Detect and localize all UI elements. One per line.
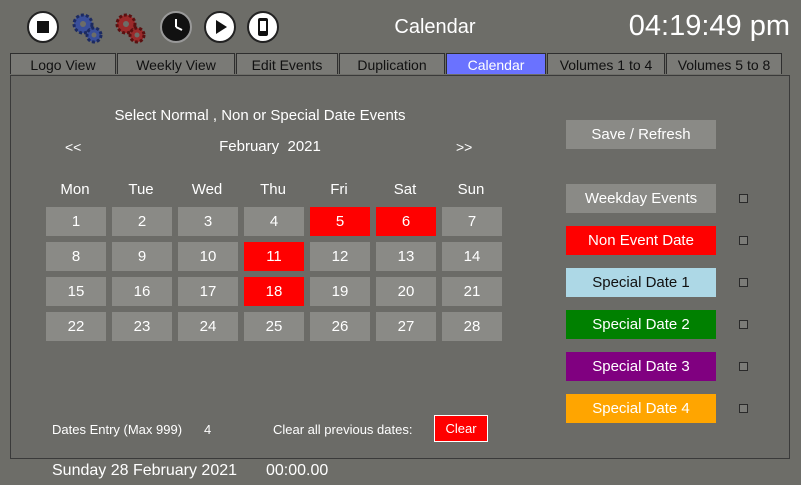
clock-icon[interactable] bbox=[160, 11, 192, 43]
day-cell[interactable]: 19 bbox=[310, 277, 370, 306]
play-icon[interactable] bbox=[204, 11, 236, 43]
weekday-header-sun: Sun bbox=[457, 181, 485, 198]
prev-month-button[interactable]: << bbox=[65, 139, 81, 155]
dates-entry-label: Dates Entry (Max 999) bbox=[52, 422, 183, 437]
phone-icon[interactable] bbox=[247, 11, 279, 43]
month-label: February 2021 bbox=[219, 138, 321, 155]
day-cell[interactable]: 13 bbox=[376, 242, 436, 271]
weekday-events-button[interactable]: Weekday Events bbox=[566, 184, 716, 213]
special-date-2-checkbox[interactable] bbox=[739, 320, 748, 329]
save-refresh-button[interactable]: Save / Refresh bbox=[566, 120, 716, 149]
day-cell[interactable]: 18 bbox=[244, 277, 304, 306]
current-time: 00:00.00 bbox=[266, 462, 329, 479]
gear-blue-icon[interactable] bbox=[70, 11, 103, 44]
tab-volumes-5-8[interactable]: Volumes 5 to 8 bbox=[666, 53, 782, 74]
day-cell[interactable]: 10 bbox=[178, 242, 238, 271]
day-cell[interactable]: 12 bbox=[310, 242, 370, 271]
special-date-1-checkbox[interactable] bbox=[739, 278, 748, 287]
day-cell[interactable]: 20 bbox=[376, 277, 436, 306]
stop-icon[interactable] bbox=[27, 11, 59, 43]
day-cell[interactable]: 25 bbox=[244, 312, 304, 341]
day-cell[interactable]: 17 bbox=[178, 277, 238, 306]
day-cell[interactable]: 27 bbox=[376, 312, 436, 341]
dates-entry-value: 4 bbox=[204, 422, 212, 437]
day-cell[interactable]: 8 bbox=[46, 242, 106, 271]
special-date-4-button[interactable]: Special Date 4 bbox=[566, 394, 716, 423]
page-title: Calendar bbox=[394, 16, 476, 38]
weekday-header-wed: Wed bbox=[191, 181, 223, 198]
calendar-heading: Select Normal , Non or Special Date Even… bbox=[114, 107, 406, 124]
day-cell[interactable]: 14 bbox=[442, 242, 502, 271]
clock-display: 04:19:49 pm bbox=[628, 10, 790, 42]
next-month-button[interactable]: >> bbox=[456, 139, 472, 155]
day-cell[interactable]: 5 bbox=[310, 207, 370, 236]
day-cell[interactable]: 26 bbox=[310, 312, 370, 341]
special-date-4-checkbox[interactable] bbox=[739, 404, 748, 413]
day-cell[interactable]: 1 bbox=[46, 207, 106, 236]
weekday-header-tue: Tue bbox=[128, 181, 154, 198]
tab-logo-view[interactable]: Logo View bbox=[10, 53, 116, 74]
day-cell[interactable]: 16 bbox=[112, 277, 172, 306]
weekday-header-mon: Mon bbox=[60, 181, 90, 198]
special-date-3-button[interactable]: Special Date 3 bbox=[566, 352, 716, 381]
day-cell[interactable]: 21 bbox=[442, 277, 502, 306]
day-cell[interactable]: 22 bbox=[46, 312, 106, 341]
day-cell[interactable]: 4 bbox=[244, 207, 304, 236]
day-cell[interactable]: 2 bbox=[112, 207, 172, 236]
gear-red-icon[interactable] bbox=[113, 11, 146, 44]
tab-calendar[interactable]: Calendar bbox=[446, 53, 546, 74]
current-date: Sunday 28 February 2021 bbox=[52, 462, 238, 479]
non-event-date-checkbox[interactable] bbox=[739, 236, 748, 245]
day-cell[interactable]: 24 bbox=[178, 312, 238, 341]
tab-duplication[interactable]: Duplication bbox=[339, 53, 445, 74]
clear-dates-label: Clear all previous dates: bbox=[273, 422, 413, 437]
weekday-header-fri: Fri bbox=[330, 181, 348, 198]
day-cell[interactable]: 6 bbox=[376, 207, 436, 236]
day-cell[interactable]: 28 bbox=[442, 312, 502, 341]
special-date-3-checkbox[interactable] bbox=[739, 362, 748, 371]
day-cell[interactable]: 3 bbox=[178, 207, 238, 236]
special-date-2-button[interactable]: Special Date 2 bbox=[566, 310, 716, 339]
day-cell[interactable]: 23 bbox=[112, 312, 172, 341]
weekday-header-sat: Sat bbox=[393, 181, 417, 198]
clear-button[interactable]: Clear bbox=[434, 415, 488, 442]
day-cell[interactable]: 9 bbox=[112, 242, 172, 271]
day-cell[interactable]: 11 bbox=[244, 242, 304, 271]
weekday-header-thu: Thu bbox=[260, 181, 286, 198]
day-cell[interactable]: 15 bbox=[46, 277, 106, 306]
tab-volumes-1-4[interactable]: Volumes 1 to 4 bbox=[547, 53, 665, 74]
tab-edit-events[interactable]: Edit Events bbox=[236, 53, 338, 74]
non-event-date-button[interactable]: Non Event Date bbox=[566, 226, 716, 255]
weekday-events-checkbox[interactable] bbox=[739, 194, 748, 203]
special-date-1-button[interactable]: Special Date 1 bbox=[566, 268, 716, 297]
tab-weekly-view[interactable]: Weekly View bbox=[117, 53, 235, 74]
day-cell[interactable]: 7 bbox=[442, 207, 502, 236]
